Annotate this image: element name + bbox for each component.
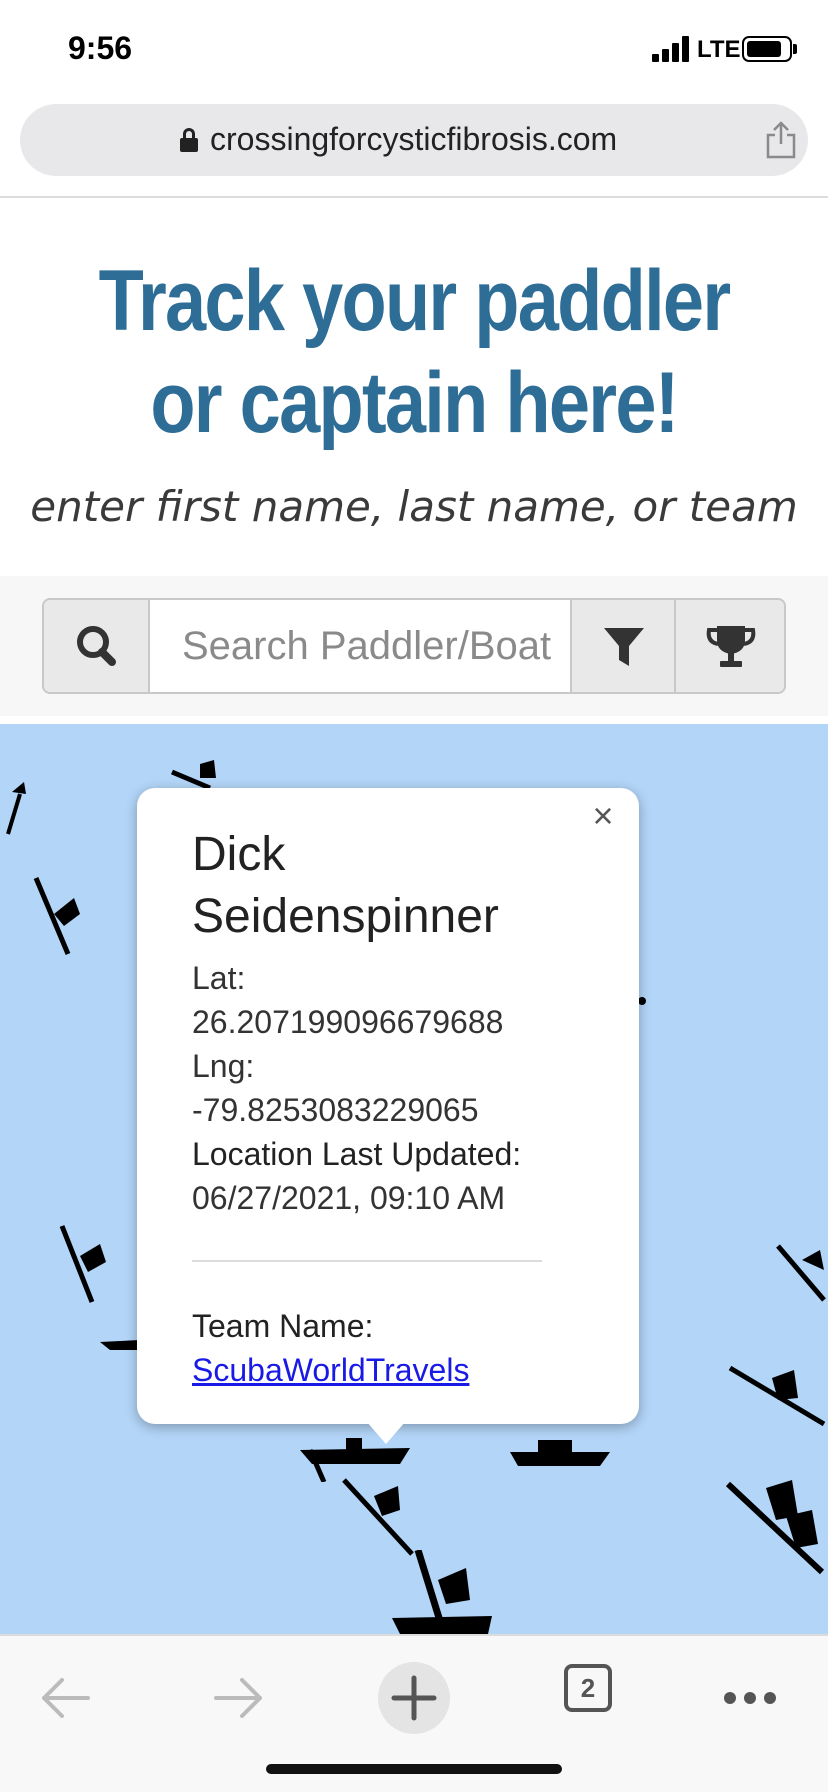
lock-icon — [180, 128, 198, 152]
paddler-marker[interactable] — [728, 1364, 828, 1444]
team-label: Team Name: — [192, 1308, 374, 1344]
leaderboard-button[interactable] — [676, 600, 784, 692]
team-info: Team Name: ScubaWorldTravels — [192, 1304, 592, 1392]
page-subtitle: enter first name, last name, or team — [30, 482, 798, 531]
lng-value: -79.8253083229065 — [192, 1092, 479, 1128]
filter-icon — [604, 628, 644, 666]
boat-marker[interactable] — [510, 1430, 610, 1470]
tabs-button[interactable]: 2 — [564, 1664, 612, 1712]
search-group — [42, 598, 786, 694]
search-icon — [77, 626, 116, 666]
url-text[interactable]: crossingforcysticfibrosis.com — [210, 121, 617, 158]
boat-marker[interactable] — [100, 1324, 140, 1354]
lng-label: Lng: — [192, 1048, 255, 1084]
popup-divider — [192, 1260, 542, 1262]
clock: 9:56 — [68, 30, 133, 66]
team-link[interactable]: ScubaWorldTravels — [192, 1348, 592, 1392]
trophy-icon — [706, 626, 756, 667]
updated-value: 06/27/2021, 09:10 AM — [192, 1180, 506, 1216]
home-indicator — [266, 1764, 562, 1774]
battery-tip — [793, 44, 797, 54]
paddler-name: Dick Seidenspinner — [192, 828, 499, 943]
lat-value: 26.207199096679688 — [192, 1004, 504, 1040]
title-line-1: Track your paddler — [98, 253, 732, 349]
title-line-2: or captain here! — [150, 355, 679, 451]
popup-pointer — [360, 1414, 412, 1444]
forward-icon[interactable] — [208, 1658, 268, 1738]
paddler-marker[interactable] — [0, 774, 40, 844]
more-icon[interactable] — [720, 1658, 780, 1738]
paddler-marker[interactable] — [56, 1222, 116, 1312]
lat-label: Lat: — [192, 960, 246, 996]
address-bar[interactable]: crossingforcysticfibrosis.com — [20, 104, 808, 176]
paddler-info-popup: × Dick Seidenspinner Lat: 26.20719909667… — [137, 788, 639, 1424]
paddler-marker[interactable] — [776, 1240, 828, 1310]
page-title: Track your paddler or captain here! — [58, 250, 770, 454]
paddler-marker[interactable] — [392, 1550, 492, 1634]
search-input[interactable] — [150, 600, 570, 692]
status-bar: 9:56 LTE — [0, 0, 828, 100]
network-label: LTE — [697, 36, 741, 63]
battery-icon — [742, 36, 792, 62]
back-icon[interactable] — [36, 1658, 96, 1738]
share-icon[interactable] — [764, 120, 798, 160]
tabs-count: 2 — [580, 1673, 596, 1703]
signal-icon — [652, 36, 692, 62]
header-divider — [0, 196, 828, 198]
paddler-location: Lat: 26.207199096679688 Lng: -79.8253083… — [192, 956, 592, 1220]
search-button[interactable] — [44, 600, 150, 692]
paddler-marker[interactable] — [340, 1476, 420, 1560]
updated-label: Location Last Updated: — [192, 1136, 522, 1172]
paddler-marker[interactable] — [726, 1476, 826, 1586]
new-tab-icon[interactable] — [374, 1658, 454, 1738]
paddler-marker[interactable] — [30, 874, 90, 964]
filter-button[interactable] — [570, 600, 676, 692]
